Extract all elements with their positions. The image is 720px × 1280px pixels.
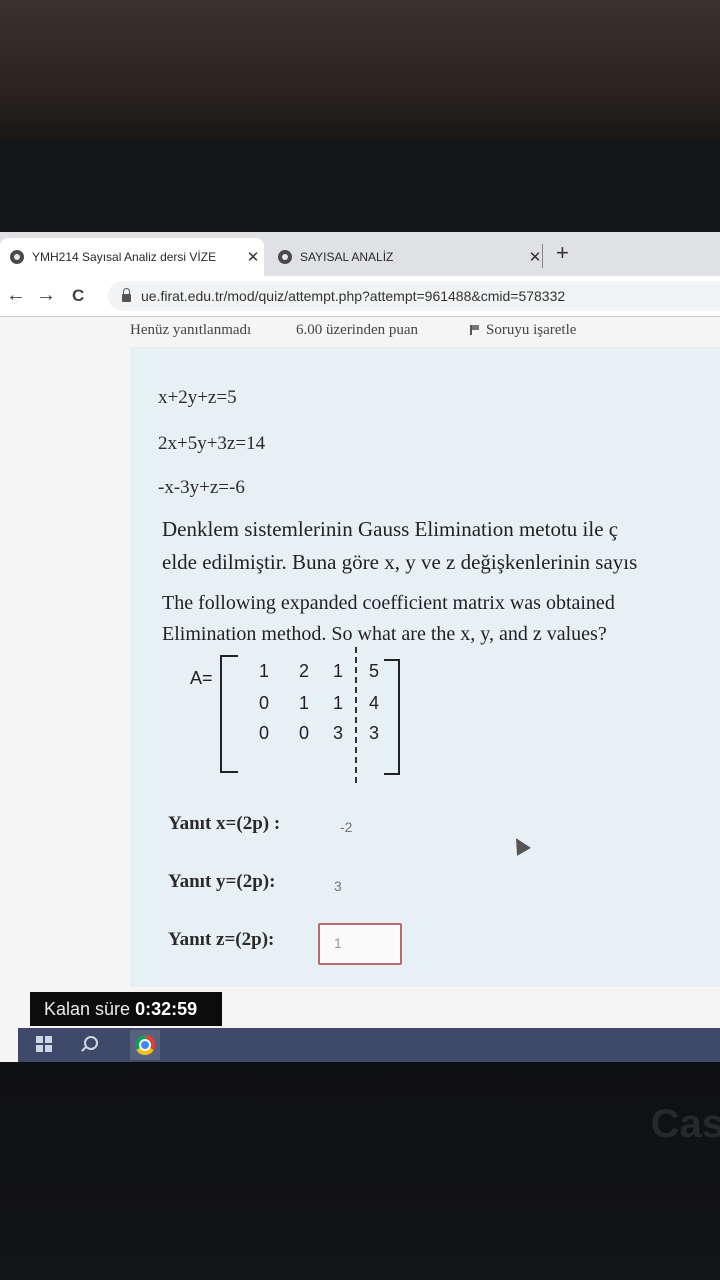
monitor-brand-logo: Cas [650,1102,720,1146]
answer-x-input[interactable]: -2 [340,819,352,835]
timer-value: 0:32:59 [135,999,198,1019]
back-button[interactable]: ← [6,284,26,307]
matrix-cell: 3 [332,723,343,743]
matrix-cell: 0 [298,723,309,743]
matrix-label: A= [190,668,213,688]
answer-z-input[interactable]: 1 [318,923,402,965]
moodle-favicon-icon [278,250,292,264]
new-tab-button[interactable]: + [556,240,569,266]
answer-y-label: Yanıt y=(2p): [168,871,276,892]
monitor-bezel-top [0,0,720,150]
matrix-cell: 0 [258,723,269,743]
tab-quiz[interactable]: YMH214 Sayısal Analiz dersi VİZE ✕ [0,238,264,276]
monitor-frame [0,140,720,235]
taskbar [18,1028,720,1062]
flag-question-link[interactable]: Soruyu işaretle [470,322,576,339]
tab-title: YMH214 Sayısal Analiz dersi VİZE [32,250,217,264]
screen: YMH214 Sayısal Analiz dersi VİZE ✕ SAYIS… [0,232,720,1062]
question-status: Henüz yanıtlanmadı [130,322,252,338]
forward-button[interactable]: → [36,284,56,307]
windows-start-icon[interactable] [36,1036,52,1052]
tab-title: SAYISAL ANALİZ [300,250,394,264]
question-info: Henüz yanıtlanmadı 6.00 üzerinden puan S… [0,317,720,347]
answer-z-label: Yanıt z=(2p): [168,929,275,950]
tab-sayisal-analiz[interactable]: SAYISAL ANALİZ ✕ [268,238,546,276]
close-icon[interactable]: ✕ [242,248,264,266]
matrix-cell: 2 [298,661,309,681]
lock-icon [122,288,131,302]
matrix-cell: 1 [332,693,343,713]
augmented-matrix: A= 1 2 1 5 0 1 1 4 0 0 3 3 [0,397,720,797]
matrix-right-bracket [384,659,400,775]
search-icon[interactable] [84,1036,98,1050]
matrix-cell: 1 [258,661,269,681]
timer-label: Kalan süre [44,999,131,1019]
matrix-cell: 4 [368,693,379,713]
tab-bar: YMH214 Sayısal Analiz dersi VİZE ✕ SAYIS… [0,232,720,276]
moodle-favicon-icon [10,250,24,264]
matrix-augment-separator [355,647,357,783]
matrix-cell: 3 [368,723,379,743]
answer-y-input[interactable]: 3 [334,878,342,894]
chrome-icon[interactable] [130,1030,160,1060]
matrix-cell: 1 [332,661,343,681]
flag-icon [470,325,480,335]
quiz-page: Henüz yanıtlanmadı 6.00 üzerinden puan S… [0,317,720,1062]
address-toolbar: ← → C ue.firat.edu.tr/mod/quiz/attempt.p… [0,276,720,317]
monitor-bezel-bottom [0,1062,720,1280]
flag-label: Soruyu işaretle [486,322,577,338]
matrix-cell: 5 [368,661,379,681]
tab-separator [542,244,543,268]
answer-x-label: Yanıt x=(2p) : [168,813,281,834]
matrix-left-bracket [220,655,238,773]
time-remaining: Kalan süre 0:32:59 [30,992,222,1026]
matrix-cell: 0 [258,693,269,713]
url-text: ue.firat.edu.tr/mod/quiz/attempt.php?att… [141,288,566,304]
question-points: 6.00 üzerinden puan [296,322,419,338]
address-bar[interactable]: ue.firat.edu.tr/mod/quiz/attempt.php?att… [108,281,720,311]
matrix-cell: 1 [298,693,309,713]
reload-button[interactable]: C [72,286,84,306]
